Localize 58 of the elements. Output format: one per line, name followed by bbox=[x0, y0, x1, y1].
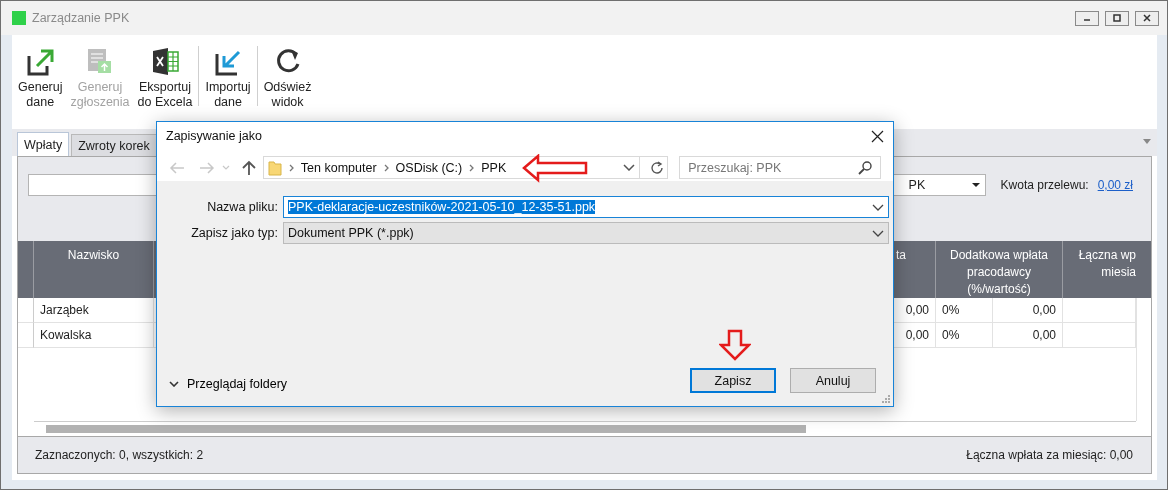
field-label: Zapisz jako typ: bbox=[190, 226, 279, 240]
table-cell: Kowalska bbox=[34, 323, 154, 348]
maximize-button[interactable] bbox=[1105, 10, 1129, 26]
column-header[interactable]: Nazwisko bbox=[34, 241, 154, 298]
search-field[interactable]: Przeszukaj: PPK bbox=[679, 156, 881, 179]
table-cell: Jarząbek bbox=[34, 298, 154, 323]
row-header[interactable] bbox=[18, 323, 34, 348]
close-icon bbox=[1142, 14, 1152, 22]
folder-icon bbox=[267, 159, 282, 176]
row-header[interactable] bbox=[18, 298, 34, 323]
chevron-down-icon bbox=[623, 164, 636, 171]
tab[interactable]: Zwroty korek bbox=[71, 134, 157, 156]
chevron-down-icon bbox=[872, 203, 884, 211]
chevron-down-icon bbox=[872, 229, 884, 237]
spreadsheet-icon bbox=[150, 46, 180, 76]
transfer-link[interactable]: 0,00 zł bbox=[1097, 178, 1133, 192]
column-header[interactable]: Łączna wp miesia bbox=[1063, 241, 1136, 298]
column-header[interactable]: Dodatkowa wpłata pracodawcy (%/wartość) bbox=[936, 241, 1063, 298]
close-button[interactable] bbox=[1135, 10, 1159, 26]
monthly-total: Łączna wpłata za miesiąc: 0,00 bbox=[966, 448, 1133, 462]
breadcrumb-item[interactable]: PPK bbox=[481, 160, 507, 175]
resize-grip-icon bbox=[881, 394, 891, 404]
selection-count: Zaznaczonych: 0, wszystkich: 2 bbox=[35, 448, 204, 462]
maximize-icon bbox=[1112, 14, 1122, 22]
search-icon bbox=[858, 160, 872, 175]
tab[interactable]: Wpłaty bbox=[17, 132, 70, 156]
field-label: Nazwa pliku: bbox=[206, 200, 279, 214]
up-arrow-icon[interactable] bbox=[240, 159, 257, 176]
file-name-field[interactable]: PPK-deklaracje-uczestników-2021-05-10_12-35-51.ppk bbox=[283, 196, 889, 218]
breadcrumb-item[interactable]: OSDisk (C:) bbox=[395, 160, 463, 175]
toolbar-button[interactable]: Importuj dane bbox=[201, 44, 255, 112]
chevron-down-icon bbox=[169, 381, 179, 387]
toolbar-button[interactable]: Eksportuj do Excela bbox=[133, 44, 197, 112]
close-icon[interactable] bbox=[871, 130, 884, 143]
dialog-title: Zapisywanie jako bbox=[166, 129, 262, 143]
chevron-right-icon bbox=[288, 163, 294, 172]
table-cell: 0,00 bbox=[993, 298, 1063, 323]
window-title: Zarządzanie PPK bbox=[32, 11, 130, 25]
table-cell: 0% bbox=[936, 323, 993, 348]
toolbar-button[interactable]: Generuj dane bbox=[14, 44, 67, 112]
cancel-button[interactable]: Anuluj bbox=[790, 368, 876, 393]
refresh-icon bbox=[650, 160, 665, 175]
browse-folders-toggle[interactable]: Przeglądaj foldery bbox=[169, 377, 288, 391]
annotation-arrow bbox=[719, 329, 751, 361]
toolbar-button[interactable]: Odśwież widok bbox=[259, 44, 316, 112]
chevron-right-icon bbox=[383, 163, 389, 172]
minimize-button[interactable] bbox=[1075, 10, 1099, 26]
transfer-label: Kwota przelewu: bbox=[1000, 178, 1089, 192]
column-header[interactable]: ta bbox=[894, 241, 936, 298]
save-button[interactable]: Zapisz bbox=[690, 368, 776, 393]
app-icon bbox=[12, 11, 26, 25]
table-cell: 0,00 bbox=[993, 323, 1063, 348]
file-type-dropdown[interactable]: Dokument PPK (*.ppk) bbox=[283, 222, 889, 244]
chevron-right-icon bbox=[469, 163, 475, 172]
breadcrumb-item[interactable]: Ten komputer bbox=[300, 160, 377, 175]
address-bar[interactable]: Ten komputer OSDisk (C:) PPK bbox=[262, 156, 669, 179]
table-cell: 0% bbox=[936, 298, 993, 323]
annotation-arrow bbox=[522, 154, 590, 184]
